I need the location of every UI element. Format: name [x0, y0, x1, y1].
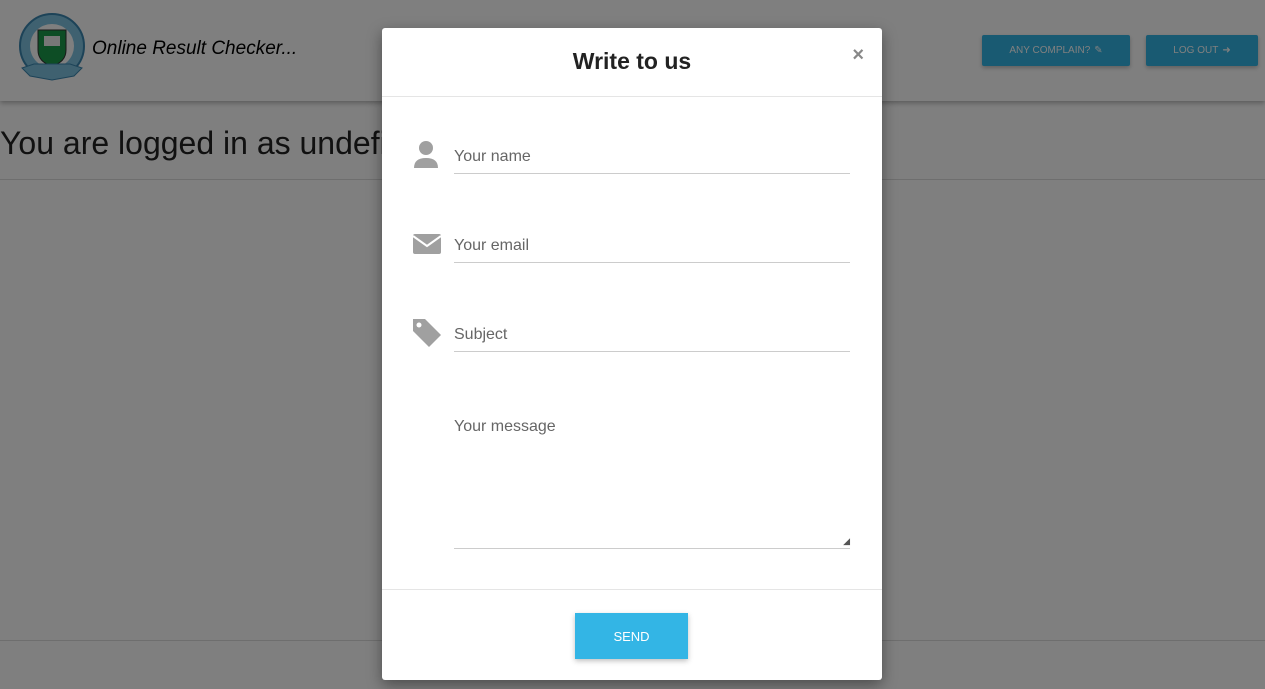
- message-placeholder: Your message: [454, 418, 556, 435]
- modal-footer: Send: [382, 589, 882, 680]
- contact-modal: Write to us × Your name Your email Subje…: [382, 28, 882, 680]
- close-button[interactable]: ×: [852, 44, 864, 67]
- name-input[interactable]: Your name: [454, 142, 850, 174]
- user-icon: [414, 141, 438, 168]
- email-input[interactable]: Your email: [454, 231, 850, 263]
- message-textarea[interactable]: Your message ◢: [454, 418, 850, 549]
- modal-header: Write to us ×: [382, 28, 882, 97]
- subject-input[interactable]: Subject: [454, 320, 850, 352]
- envelope-icon: [412, 234, 442, 254]
- send-button[interactable]: Send: [575, 613, 688, 659]
- tag-icon: [413, 319, 441, 347]
- modal-title: Write to us: [572, 48, 692, 74]
- resize-handle-icon[interactable]: ◢: [843, 536, 850, 547]
